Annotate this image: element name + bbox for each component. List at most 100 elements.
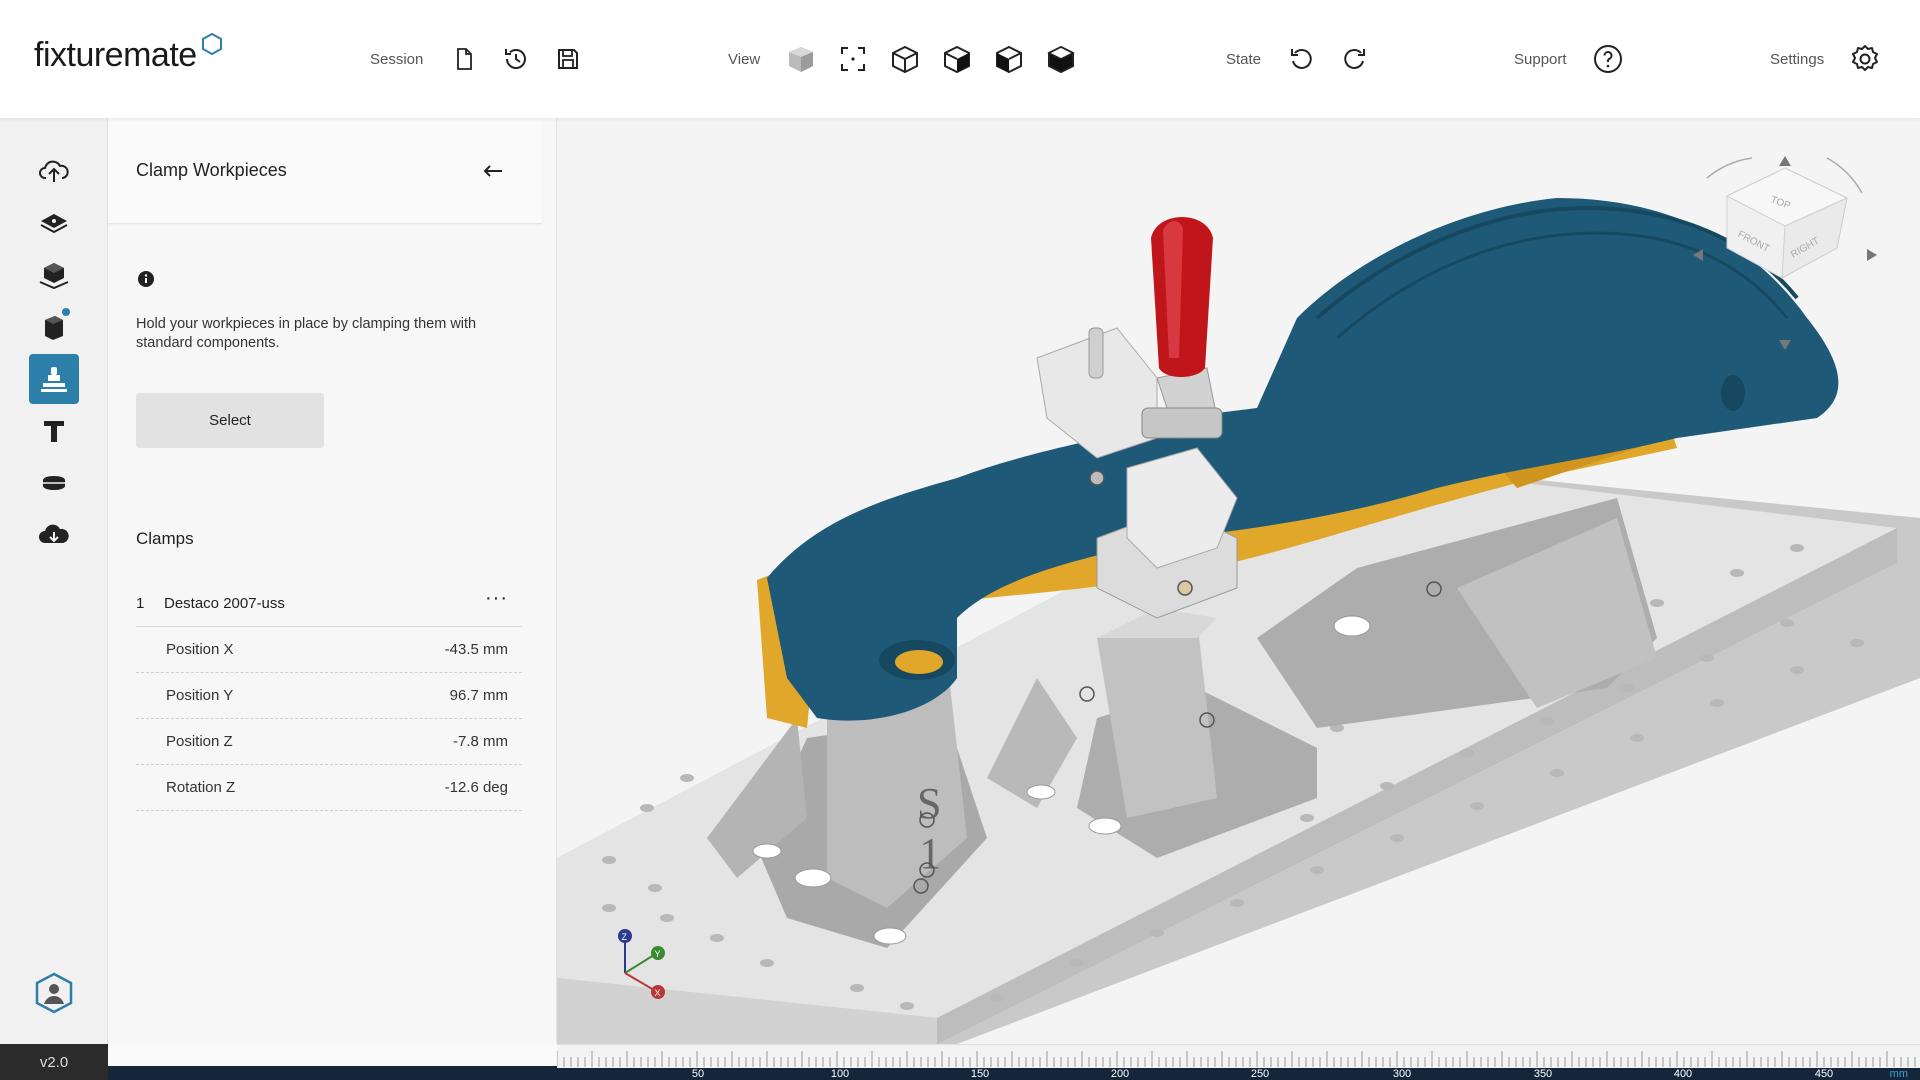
property-value[interactable]: -7.8 mm (453, 733, 508, 750)
rotate-right-icon[interactable] (1867, 249, 1877, 261)
app-version: v2.0 (0, 1044, 108, 1080)
session-group: Session (370, 38, 603, 80)
arrow-left-icon (483, 165, 502, 177)
position-x-row[interactable]: Position X -43.5 mm (136, 627, 522, 673)
more-options-button[interactable]: ··· (485, 587, 508, 610)
property-value[interactable]: -43.5 mm (445, 641, 508, 658)
redo-icon (1344, 48, 1366, 69)
ruler-label: 400 (1673, 1068, 1693, 1080)
fit-view-button[interactable] (836, 42, 870, 76)
settings-group: Settings (1770, 38, 1900, 80)
view-group: View (728, 38, 1096, 80)
axis-y-label: Y (655, 949, 661, 959)
position-y-row[interactable]: Position Y 96.7 mm (136, 673, 522, 719)
rail-support-button[interactable] (29, 406, 79, 456)
axis-z-label: Z (622, 932, 628, 942)
rail-plate-button[interactable] (29, 458, 79, 508)
history-button[interactable] (499, 42, 533, 76)
shaded-view-button[interactable] (784, 42, 818, 76)
settings-button[interactable] (1848, 42, 1882, 76)
shaded-cube-icon (789, 47, 814, 72)
support-column-icon (44, 421, 64, 442)
undo-button[interactable] (1285, 42, 1319, 76)
plate-icon (43, 476, 65, 490)
help-button[interactable] (1591, 42, 1625, 76)
clamp-name: Destaco 2007-uss (164, 595, 285, 612)
ruler-label: 150 (970, 1068, 990, 1080)
fit-view-icon (841, 47, 866, 71)
top-toolbar: fixturemate Session View State Support S… (0, 0, 1920, 118)
layers-icon (40, 214, 68, 234)
engraving-1: 1 (919, 829, 941, 878)
clamp-icon (41, 367, 67, 392)
redo-button[interactable] (1337, 42, 1371, 76)
property-label: Position Z (166, 733, 233, 750)
rotate-up-icon[interactable] (1779, 156, 1791, 166)
panel-description: Hold your workpieces in place by clampin… (136, 316, 477, 351)
ruler-label: 200 (1110, 1068, 1130, 1080)
info-icon (138, 271, 154, 287)
session-label: Session (370, 50, 424, 68)
select-button[interactable]: Select (136, 393, 324, 448)
cube-side-icon (996, 45, 1023, 74)
tool-rail: v2.0 (0, 118, 108, 1080)
ruler-label: 300 (1392, 1068, 1412, 1080)
rail-upload-button[interactable] (29, 146, 79, 196)
cube-outline-icon (892, 45, 919, 74)
position-z-row[interactable]: Position Z -7.8 mm (136, 719, 522, 765)
ruler-label: 100 (830, 1068, 850, 1080)
download-cloud-icon (39, 524, 69, 543)
gear-icon (1852, 45, 1879, 71)
state-label: State (1226, 50, 1262, 68)
workpiece-cube-icon (39, 263, 69, 290)
axis-x-label: X (655, 988, 661, 998)
bottom-ruler: 50 100 150 200 250 300 350 400 450 mm (557, 1044, 1920, 1080)
panel-header: Clamp Workpieces (108, 118, 542, 224)
save-button[interactable] (551, 42, 585, 76)
notification-dot (62, 308, 70, 316)
side-view-button[interactable] (992, 42, 1026, 76)
status-strip (108, 1066, 557, 1080)
support-group: Support (1514, 38, 1643, 80)
panel-title: Clamp Workpieces (136, 160, 287, 180)
ruler-ticks (557, 1051, 1916, 1067)
rail-workpiece-button[interactable] (29, 250, 79, 300)
clamp-index: 1 (136, 595, 145, 612)
app-logo[interactable]: fixturemate (34, 32, 222, 75)
clamps-heading: Clamps (136, 529, 194, 548)
clamp-panel: Clamp Workpieces Hold your workpieces in… (108, 118, 557, 1044)
rail-parts-button[interactable] (29, 302, 79, 352)
rail-account-button[interactable] (29, 968, 79, 1018)
property-label: Rotation Z (166, 779, 236, 796)
support-label: Support (1514, 50, 1567, 68)
ruler-label: 250 (1250, 1068, 1270, 1080)
property-label: Position Y (166, 687, 234, 704)
ruler-scale-bar: 50 100 150 200 250 300 350 400 450 mm (557, 1068, 1920, 1080)
rail-clamp-button[interactable] (29, 354, 79, 404)
new-file-button[interactable] (447, 42, 481, 76)
rotation-z-row[interactable]: Rotation Z -12.6 deg (136, 765, 522, 811)
history-icon (505, 49, 527, 69)
cube-top-icon (1047, 45, 1076, 74)
file-icon (457, 48, 473, 70)
front-view-button[interactable] (940, 42, 974, 76)
back-button[interactable] (476, 154, 510, 188)
property-label: Position X (166, 641, 234, 658)
iso-view-button[interactable] (888, 42, 922, 76)
ruler-label: 450 (1814, 1068, 1834, 1080)
save-icon (558, 49, 579, 69)
help-circle-icon (1593, 45, 1622, 73)
top-view-button[interactable] (1044, 42, 1078, 76)
ruler-label: 350 (1533, 1068, 1553, 1080)
rail-download-button[interactable] (29, 510, 79, 560)
clamp-list-item[interactable]: 1 Destaco 2007-uss ··· (136, 583, 522, 627)
view-label: View (728, 50, 761, 68)
cube-front-icon (944, 45, 971, 74)
scene-canvas[interactable]: S 1 TOP FRONT RIGHT Z Y X (557, 118, 1920, 1044)
property-value[interactable]: 96.7 mm (450, 687, 508, 704)
user-hexagon-icon (35, 972, 73, 1014)
3d-viewport[interactable]: S 1 TOP FRONT RIGHT Z Y X (557, 118, 1920, 1044)
ruler-label: 50 (691, 1068, 705, 1080)
rail-layers-button[interactable] (29, 198, 79, 248)
property-value[interactable]: -12.6 deg (445, 779, 508, 796)
